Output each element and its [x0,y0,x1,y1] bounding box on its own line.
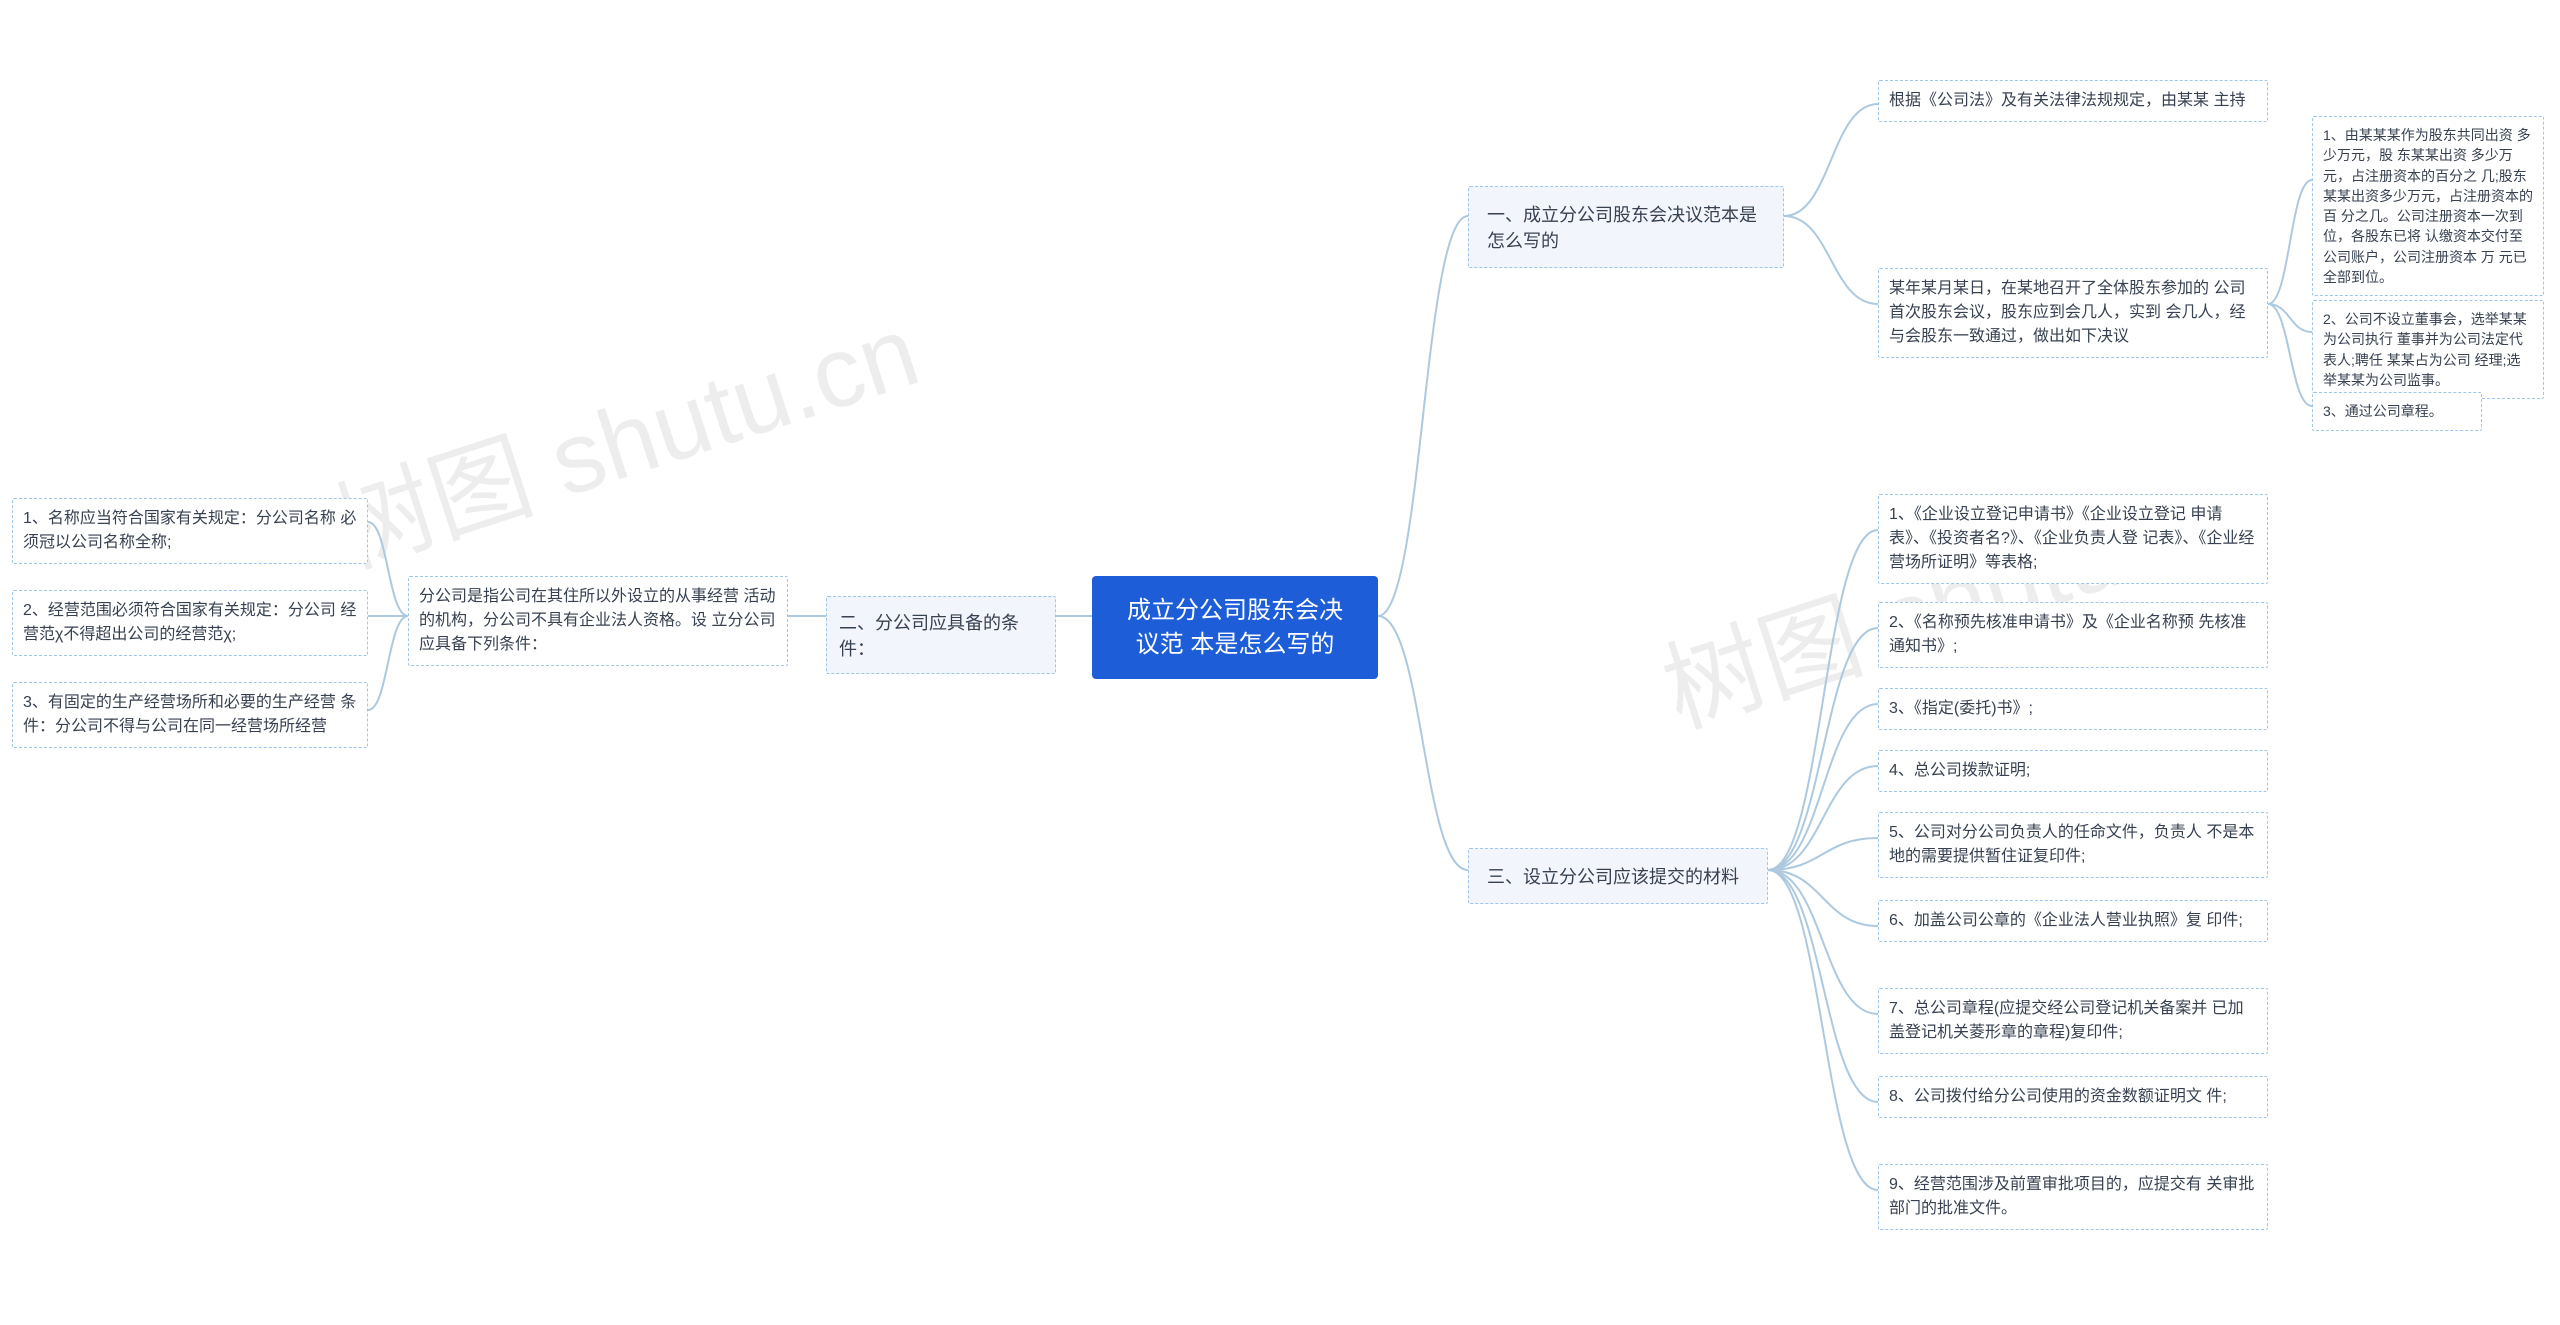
b3-m1[interactable]: 1、《企业设立登记申请书》《企业设立登记 申请表》、《投资者名?》、《企业负责人… [1878,494,2268,584]
b3-m7[interactable]: 7、总公司章程(应提交经公司登记机关备案并 已加盖登记机关菱形章的章程)复印件; [1878,988,2268,1054]
b1-child-2[interactable]: 某年某月某日，在某地召开了全体股东参加的 公司首次股东会议，股东应到会几人，实到… [1878,268,2268,358]
b3-m4[interactable]: 4、总公司拨款证明; [1878,750,2268,792]
b1-child-1[interactable]: 根据《公司法》及有关法律法规规定，由某某 主持 [1878,80,2268,122]
watermark: 树图 shutu.cn [312,270,933,595]
b1-d2[interactable]: 2、公司不设立董事会，选举某某为公司执行 董事并为公司法定代表人;聘任 某某占为… [2312,300,2544,399]
final-i3[interactable]: 3、有固定的生产经营场所和必要的生产经营 条件：分公司不得与公司在同一经营场所经… [12,682,368,748]
root-node[interactable]: 成立分公司股东会决议范 本是怎么写的 [1092,576,1378,679]
b1-d3[interactable]: 3、通过公司章程。 [2312,392,2482,431]
final-branch-2[interactable]: 二、分公司应具备的条件： [826,596,1056,674]
branch-3[interactable]: 三、设立分公司应该提交的材料 [1468,848,1768,904]
mindmap-canvas: 树图 shutu.cn 树图 shutu.cn [0,0,2560,1325]
b1-d1[interactable]: 1、由某某某作为股东共同出资 多少万元，股 东某某出资 多少万元，占注册资本的百… [2312,116,2544,296]
b3-m5[interactable]: 5、公司对分公司负责人的任命文件，负责人 不是本地的需要提供暂住证复印件; [1878,812,2268,878]
final-l1[interactable]: 分公司是指公司在其住所以外设立的从事经营 活动的机构，分公司不具有企业法人资格。… [408,576,788,666]
b3-m8[interactable]: 8、公司拨付给分公司使用的资金数额证明文 件; [1878,1076,2268,1118]
final-i1[interactable]: 1、名称应当符合国家有关规定：分公司名称 必须冠以公司名称全称; [12,498,368,564]
b3-m6[interactable]: 6、加盖公司公章的《企业法人营业执照》复 印件; [1878,900,2268,942]
branch-1[interactable]: 一、成立分公司股东会决议范本是 怎么写的 [1468,186,1784,268]
b3-m9[interactable]: 9、经营范围涉及前置审批项目的，应提交有 关审批部门的批准文件。 [1878,1164,2268,1230]
final-i2[interactable]: 2、经营范围必须符合国家有关规定：分公司 经营范χ不得超出公司的经营范χ; [12,590,368,656]
b3-m3[interactable]: 3、《指定(委托)书》; [1878,688,2268,730]
b3-m2[interactable]: 2、《名称预先核准申请书》及《企业名称预 先核准通知书》; [1878,602,2268,668]
